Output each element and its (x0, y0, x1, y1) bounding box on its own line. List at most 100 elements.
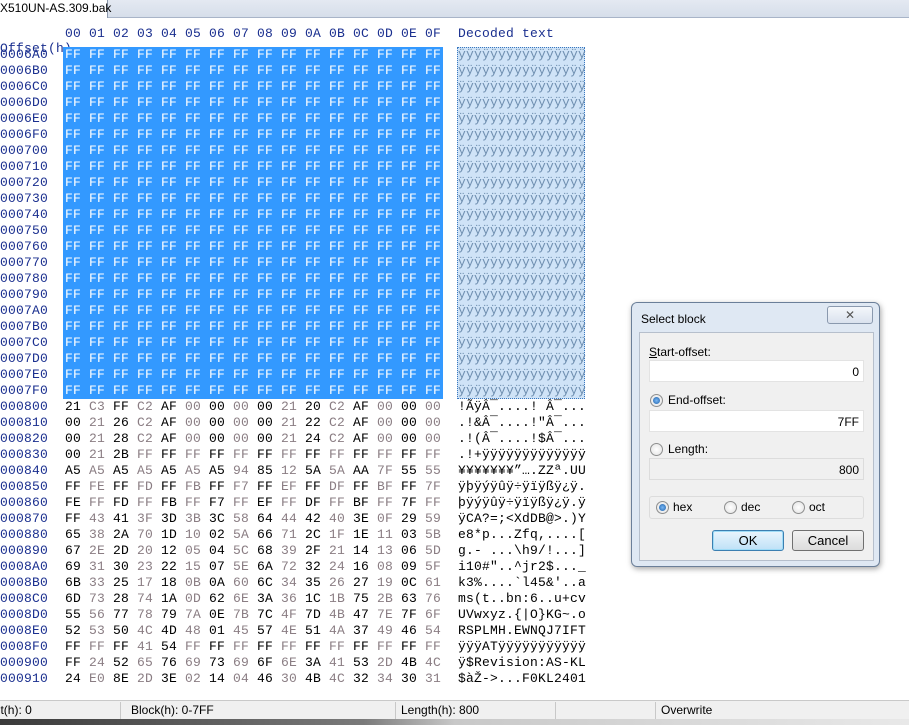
hex-byte[interactable]: FF (233, 239, 257, 255)
hex-byte[interactable]: FF (329, 143, 353, 159)
hex-byte[interactable]: 20 (137, 543, 161, 559)
hex-byte[interactable]: 22 (161, 559, 185, 575)
hex-byte[interactable]: 58 (233, 511, 257, 527)
hex-byte[interactable]: FF (233, 255, 257, 271)
decoded-text[interactable]: ÿ$Revision:AS-KL (458, 655, 586, 671)
hex-byte[interactable]: FF (377, 191, 401, 207)
hex-byte[interactable]: FF (209, 159, 233, 175)
hex-byte[interactable]: FF (257, 639, 281, 655)
hex-byte[interactable]: 04 (233, 671, 257, 687)
hex-byte[interactable]: FF (113, 175, 137, 191)
hex-byte[interactable]: 35 (305, 575, 329, 591)
hex-byte[interactable]: FF (257, 287, 281, 303)
hex-byte[interactable]: 48 (185, 623, 209, 639)
hex-byte[interactable]: FF (401, 175, 425, 191)
hex-byte[interactable]: 7B (233, 607, 257, 623)
hex-byte[interactable]: FF (281, 127, 305, 143)
hex-byte[interactable]: FF (353, 143, 377, 159)
hex-byte[interactable]: 4D (161, 623, 185, 639)
hex-byte[interactable]: FF (137, 303, 161, 319)
hex-byte[interactable]: FF (89, 47, 113, 63)
hex-byte[interactable]: FF (185, 175, 209, 191)
hex-byte[interactable]: FF (281, 47, 305, 63)
hex-byte[interactable]: 2F (305, 543, 329, 559)
hex-byte[interactable]: FF (425, 79, 449, 95)
hex-byte[interactable]: FF (281, 95, 305, 111)
hex-byte[interactable]: FF (137, 447, 161, 463)
hex-byte[interactable]: 0E (209, 607, 233, 623)
hex-byte[interactable]: 7A (185, 607, 209, 623)
hex-byte[interactable]: FF (425, 47, 449, 63)
hex-byte[interactable]: FF (89, 367, 113, 383)
hex-byte[interactable]: FF (113, 223, 137, 239)
hex-byte[interactable]: FF (401, 191, 425, 207)
hex-byte[interactable]: FF (257, 303, 281, 319)
hex-byte[interactable]: 66 (257, 527, 281, 543)
hex-byte[interactable]: FF (281, 271, 305, 287)
hex-byte[interactable]: FF (281, 351, 305, 367)
hex-byte[interactable]: FF (305, 111, 329, 127)
decoded-text[interactable]: UVwxyz.{|O}KG~.o (458, 607, 586, 623)
hex-byte[interactable]: 6B (65, 575, 89, 591)
decoded-text[interactable]: ms(t..bn:6..u+cv (458, 591, 586, 607)
hex-byte[interactable]: A5 (65, 463, 89, 479)
decoded-text[interactable]: ¥¥¥¥¥¥¥”….ZZª.UU (458, 463, 586, 479)
hex-byte[interactable]: 13 (377, 543, 401, 559)
hex-byte[interactable]: FF (377, 303, 401, 319)
hex-byte[interactable]: 41 (137, 639, 161, 655)
hex-byte[interactable]: FF (233, 159, 257, 175)
hex-byte[interactable]: FF (209, 191, 233, 207)
hex-byte[interactable]: FF (377, 175, 401, 191)
hex-byte[interactable]: FF (281, 639, 305, 655)
decoded-text[interactable]: ÿÿÿÿÿÿÿÿÿÿÿÿÿÿÿÿ (458, 47, 586, 63)
hex-byte[interactable]: FF (233, 271, 257, 287)
hex-byte[interactable]: FF (257, 159, 281, 175)
hex-byte[interactable]: FF (233, 143, 257, 159)
hex-byte[interactable]: 37 (353, 623, 377, 639)
hex-byte[interactable]: AF (161, 431, 185, 447)
hex-byte[interactable]: FF (65, 63, 89, 79)
hex-byte[interactable]: FF (89, 335, 113, 351)
hex-byte[interactable]: FF (185, 111, 209, 127)
hex-byte[interactable]: FF (425, 351, 449, 367)
hex-byte[interactable]: FF (113, 79, 137, 95)
hex-byte[interactable]: FF (113, 335, 137, 351)
hex-byte[interactable]: FF (161, 191, 185, 207)
hex-byte[interactable]: FF (209, 367, 233, 383)
hex-byte[interactable]: FF (425, 383, 449, 399)
hex-byte[interactable]: FF (425, 255, 449, 271)
hex-byte[interactable]: FF (89, 191, 113, 207)
hex-byte[interactable]: 21 (281, 431, 305, 447)
hex-byte[interactable]: 75 (353, 591, 377, 607)
hex-byte[interactable]: FF (329, 255, 353, 271)
hex-byte[interactable]: FF (353, 127, 377, 143)
hex-byte[interactable]: FF (257, 207, 281, 223)
hex-byte[interactable]: 21 (89, 415, 113, 431)
hex-byte[interactable]: 52 (113, 655, 137, 671)
hex-byte[interactable]: FF (353, 111, 377, 127)
hex-byte[interactable]: FF (65, 655, 89, 671)
hex-byte[interactable]: FF (233, 127, 257, 143)
hex-byte[interactable]: 71 (281, 527, 305, 543)
hex-byte[interactable]: 56 (89, 607, 113, 623)
hex-byte[interactable]: FF (89, 287, 113, 303)
hex-byte[interactable]: FF (353, 335, 377, 351)
hex-byte[interactable]: FF (65, 191, 89, 207)
hex-byte[interactable]: FF (377, 111, 401, 127)
hex-byte[interactable]: FF (377, 127, 401, 143)
hex-byte[interactable]: C2 (137, 399, 161, 415)
hex-byte[interactable]: 73 (209, 655, 233, 671)
hex-byte[interactable]: 21 (281, 415, 305, 431)
hex-byte[interactable]: FF (401, 335, 425, 351)
hex-byte[interactable]: FF (281, 207, 305, 223)
hex-byte[interactable]: 00 (377, 431, 401, 447)
hex-byte[interactable]: FF (353, 351, 377, 367)
hex-byte[interactable]: 52 (65, 623, 89, 639)
hex-byte[interactable]: FF (185, 95, 209, 111)
hex-byte[interactable]: FF (329, 271, 353, 287)
hex-byte[interactable]: FF (329, 447, 353, 463)
hex-byte[interactable]: 7F (425, 479, 449, 495)
decoded-text[interactable]: ÿCA?=;<XdDB@>.)Y (458, 511, 586, 527)
hex-byte[interactable]: FF (377, 143, 401, 159)
hex-byte[interactable]: 61 (425, 575, 449, 591)
